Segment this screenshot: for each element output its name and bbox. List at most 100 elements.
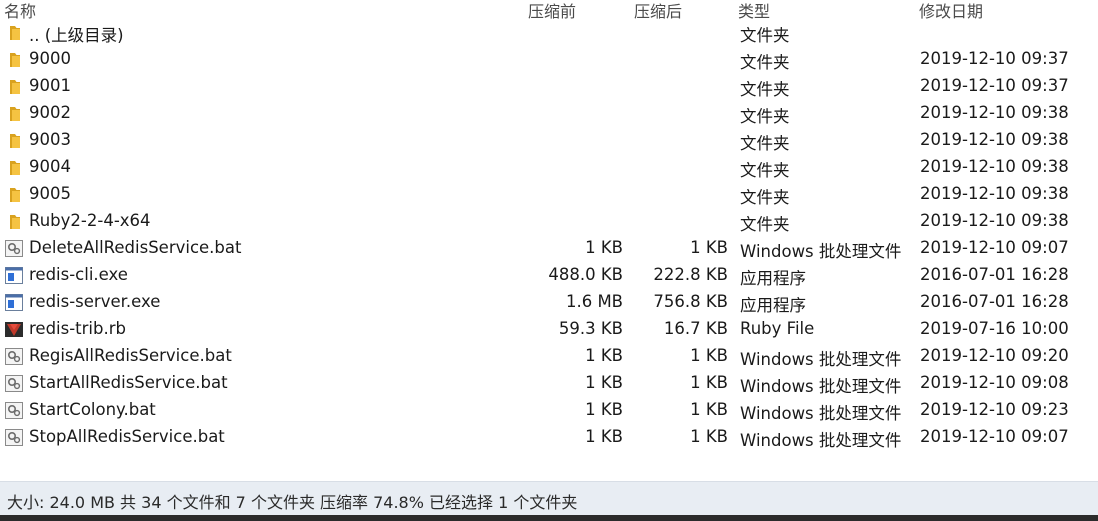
folder-up-icon [4, 23, 24, 42]
compressed-size: 1.6 MB [565, 292, 623, 311]
folder-icon [4, 212, 24, 231]
file-row[interactable]: StopAllRedisService.bat 1 KB 1 KB Windows 批… [0, 424, 1098, 451]
original-size: 756.8 KB [653, 292, 728, 311]
file-row[interactable]: 9005 文件夹 2019-12-10 09:38 [0, 181, 1098, 208]
file-row[interactable]: StartAllRedisService.bat 1 KB 1 KB Windows … [0, 370, 1098, 397]
file-type: 文件夹 [740, 80, 790, 99]
file-row[interactable]: redis-trib.rb 59.3 KB 16.7 KB Ruby File 2019… [0, 316, 1098, 343]
file-name: Ruby2-2-4-x64 [29, 211, 151, 230]
batch-file-icon [4, 374, 24, 393]
modified-date: 2019-12-10 09:07 [920, 427, 1069, 446]
modified-date: 2019-12-10 09:07 [920, 238, 1069, 257]
file-name: .. (上级目录) [29, 26, 124, 45]
batch-file-icon [4, 347, 24, 366]
file-list: .. (上级目录) 文件夹 9000 文件夹 2019-12-10 09:37 9001 文… [0, 19, 1098, 451]
compressed-size: 1 KB [585, 346, 623, 365]
file-name: 9001 [29, 76, 71, 95]
parent-directory-row[interactable]: .. (上级目录) 文件夹 [0, 19, 1098, 46]
file-type: 文件夹 [740, 161, 790, 180]
file-name: 9002 [29, 103, 71, 122]
column-header-bar: 名称 压缩前 压缩后 类型 修改日期 [0, 0, 1098, 21]
original-size: 1 KB [690, 427, 728, 446]
file-type: 文件夹 [740, 107, 790, 126]
status-bar: 大小: 24.0 MB 共 34 个文件和 7 个文件夹 压缩率 74.8% 已… [0, 481, 1098, 515]
original-size: 1 KB [690, 373, 728, 392]
file-type: 文件夹 [740, 26, 790, 45]
file-name: 9000 [29, 49, 71, 68]
file-row[interactable]: StartColony.bat 1 KB 1 KB Windows 批处理文件 2019… [0, 397, 1098, 424]
original-size: 16.7 KB [663, 319, 728, 338]
file-row[interactable]: 9003 文件夹 2019-12-10 09:38 [0, 127, 1098, 154]
modified-date: 2019-12-10 09:38 [920, 184, 1069, 203]
folder-icon [4, 131, 24, 150]
modified-date: 2019-12-10 09:08 [920, 373, 1069, 392]
file-name: 9003 [29, 130, 71, 149]
folder-icon [4, 185, 24, 204]
file-name: StartColony.bat [29, 400, 156, 419]
modified-date: 2019-12-10 09:37 [920, 49, 1069, 68]
file-row[interactable]: 9002 文件夹 2019-12-10 09:38 [0, 100, 1098, 127]
file-row[interactable]: DeleteAllRedisService.bat 1 KB 1 KB Windows… [0, 235, 1098, 262]
file-type: 文件夹 [740, 188, 790, 207]
modified-date: 2019-12-10 09:38 [920, 157, 1069, 176]
modified-date: 2016-07-01 16:28 [920, 265, 1069, 284]
file-row[interactable]: redis-server.exe 1.6 MB 756.8 KB 应用程序 2016-0… [0, 289, 1098, 316]
ruby-file-icon [4, 320, 24, 339]
file-name: redis-cli.exe [29, 265, 128, 284]
exe-file-icon [4, 293, 24, 312]
file-name: RegisAllRedisService.bat [29, 346, 232, 365]
file-row[interactable]: 9001 文件夹 2019-12-10 09:37 [0, 73, 1098, 100]
modified-date: 2019-12-10 09:38 [920, 211, 1069, 230]
window-bottom-edge [0, 515, 1098, 521]
file-type: Windows 批处理文件 [740, 404, 902, 423]
file-name: StopAllRedisService.bat [29, 427, 225, 446]
file-type: Windows 批处理文件 [740, 377, 902, 396]
compressed-size: 1 KB [585, 427, 623, 446]
file-type: 文件夹 [740, 134, 790, 153]
modified-date: 2019-07-16 10:00 [920, 319, 1069, 338]
file-row[interactable]: 9000 文件夹 2019-12-10 09:37 [0, 46, 1098, 73]
file-type: 应用程序 [740, 296, 806, 315]
file-name: StartAllRedisService.bat [29, 373, 228, 392]
file-type: Windows 批处理文件 [740, 431, 902, 450]
batch-file-icon [4, 401, 24, 420]
exe-file-icon [4, 266, 24, 285]
file-type: 文件夹 [740, 215, 790, 234]
file-name: 9004 [29, 157, 71, 176]
folder-icon [4, 77, 24, 96]
file-type: Ruby File [740, 319, 815, 338]
modified-date: 2019-12-10 09:37 [920, 76, 1069, 95]
modified-date: 2019-12-10 09:23 [920, 400, 1069, 419]
file-row[interactable]: 9004 文件夹 2019-12-10 09:38 [0, 154, 1098, 181]
file-name: 9005 [29, 184, 71, 203]
original-size: 222.8 KB [653, 265, 728, 284]
modified-date: 2019-12-10 09:38 [920, 103, 1069, 122]
original-size: 1 KB [690, 346, 728, 365]
file-type: 文件夹 [740, 53, 790, 72]
modified-date: 2016-07-01 16:28 [920, 292, 1069, 311]
file-name: redis-server.exe [29, 292, 161, 311]
modified-date: 2019-12-10 09:38 [920, 130, 1069, 149]
file-row[interactable]: Ruby2-2-4-x64 文件夹 2019-12-10 09:38 [0, 208, 1098, 235]
compressed-size: 1 KB [585, 238, 623, 257]
file-row[interactable]: redis-cli.exe 488.0 KB 222.8 KB 应用程序 2016-07… [0, 262, 1098, 289]
file-type: Windows 批处理文件 [740, 242, 902, 261]
compressed-size: 59.3 KB [558, 319, 623, 338]
folder-icon [4, 104, 24, 123]
folder-icon [4, 158, 24, 177]
original-size: 1 KB [690, 238, 728, 257]
file-type: Windows 批处理文件 [740, 350, 902, 369]
folder-icon [4, 50, 24, 69]
batch-file-icon [4, 428, 24, 447]
compressed-size: 488.0 KB [548, 265, 623, 284]
modified-date: 2019-12-10 09:20 [920, 346, 1069, 365]
compressed-size: 1 KB [585, 400, 623, 419]
compressed-size: 1 KB [585, 373, 623, 392]
original-size: 1 KB [690, 400, 728, 419]
file-type: 应用程序 [740, 269, 806, 288]
status-text: 大小: 24.0 MB 共 34 个文件和 7 个文件夹 压缩率 74.8% 已… [7, 493, 578, 512]
file-row[interactable]: RegisAllRedisService.bat 1 KB 1 KB Windows … [0, 343, 1098, 370]
batch-file-icon [4, 239, 24, 258]
file-name: DeleteAllRedisService.bat [29, 238, 242, 257]
file-name: redis-trib.rb [29, 319, 126, 338]
